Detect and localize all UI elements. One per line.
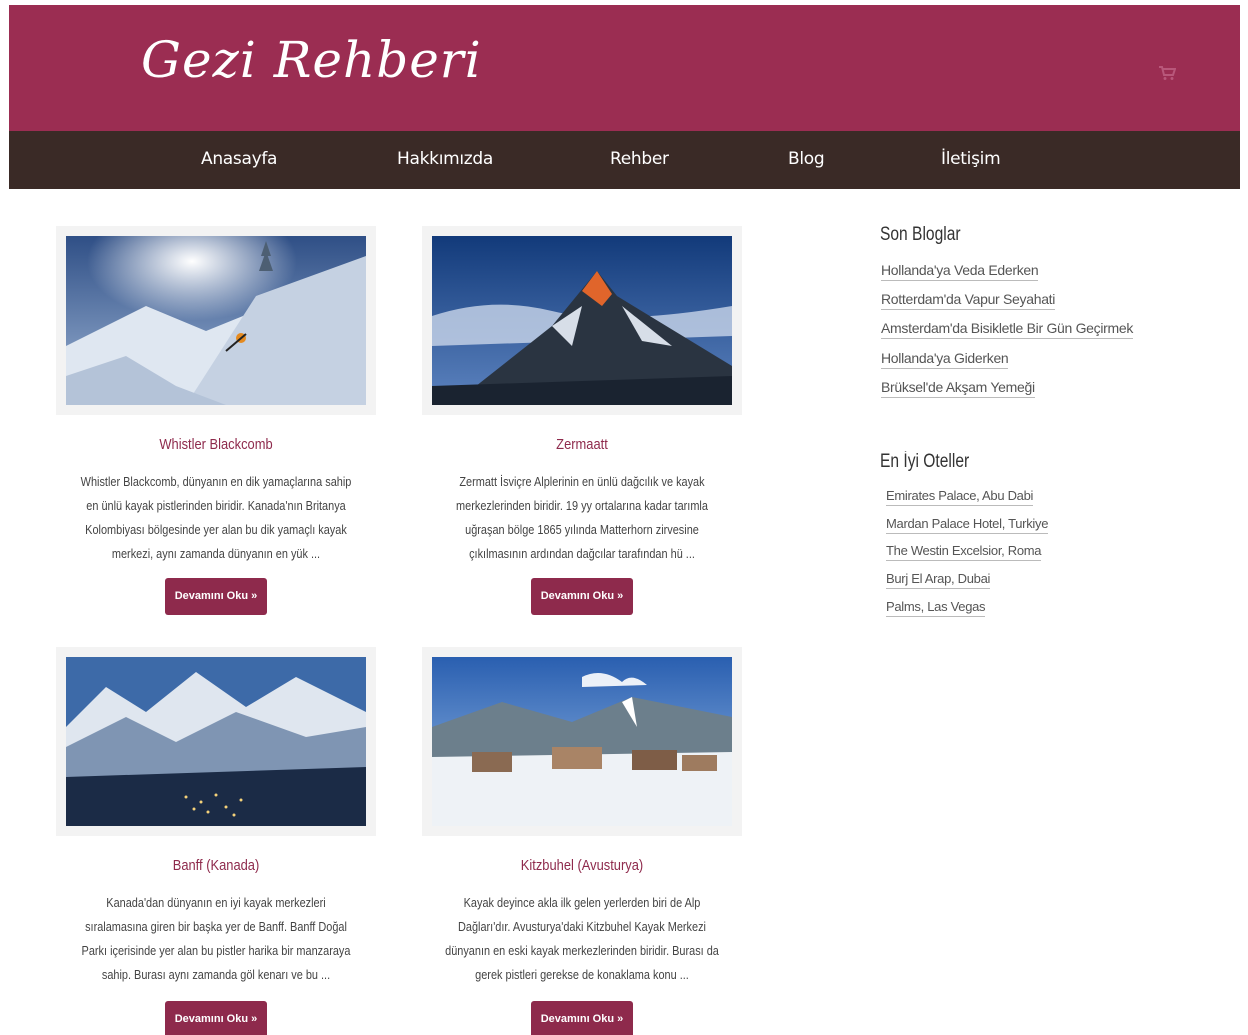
article-image-frame (422, 226, 742, 415)
article-title[interactable]: Zermaatt (444, 436, 719, 453)
site-header: Gezi Rehberi (9, 5, 1240, 131)
recent-blogs-heading: Son Bloglar (880, 224, 961, 245)
read-more-button[interactable]: Devamını Oku » (531, 578, 633, 615)
hotel-link[interactable]: Palms, Las Vegas (886, 599, 986, 617)
blog-link[interactable]: Brüksel'de Akşam Yemeği (881, 379, 1035, 398)
site-title[interactable]: Gezi Rehberi (141, 31, 482, 89)
read-more-button[interactable]: Devamını Oku » (165, 578, 267, 615)
matterhorn-image[interactable] (432, 236, 732, 405)
nav-item-blog[interactable]: Blog (788, 149, 825, 169)
article-title[interactable]: Whistler Blackcomb (78, 436, 353, 453)
article-excerpt: Zermatt İsviçre Alplerinin en ünlü dağcı… (456, 474, 708, 561)
best-hotels-heading: En İyi Oteller (880, 451, 970, 472)
hotel-link[interactable]: Burj El Arap, Dubai (886, 571, 990, 589)
ski-slope-image[interactable] (66, 236, 366, 405)
main-nav: Anasayfa Hakkımızda Rehber Blog İletişim (9, 131, 1240, 189)
article-excerpt: Kayak deyince akla ilk gelen yerlerden b… (445, 895, 719, 982)
hotel-link[interactable]: Mardan Palace Hotel, Turkiye (886, 516, 1048, 534)
best-hotels-widget: En İyi Oteller Emirates Palace, Abu Dabi… (880, 451, 1048, 617)
kitzbuhel-village-image[interactable] (432, 657, 732, 826)
blog-link[interactable]: Amsterdam'da Bisikletle Bir Gün Geçirmek (881, 320, 1133, 339)
hotel-link[interactable]: Emirates Palace, Abu Dabi (886, 488, 1033, 506)
blog-link[interactable]: Hollanda'ya Veda Ederken (881, 262, 1039, 281)
nav-item-about[interactable]: Hakkımızda (397, 149, 493, 169)
article-title[interactable]: Banff (Kanada) (78, 857, 353, 874)
article-image-frame (56, 647, 376, 836)
cart-icon[interactable] (1158, 65, 1176, 81)
article-image-frame (422, 647, 742, 836)
blog-link[interactable]: Hollanda'ya Giderken (881, 350, 1009, 369)
article-title[interactable]: Kitzbuhel (Avusturya) (444, 857, 719, 874)
article-image-frame (56, 226, 376, 415)
nav-item-guide[interactable]: Rehber (610, 149, 669, 169)
nav-item-contact[interactable]: İletişim (941, 149, 1001, 169)
article-excerpt: Whistler Blackcomb, dünyanın en dik yama… (80, 474, 352, 561)
nav-item-home[interactable]: Anasayfa (201, 149, 277, 169)
recent-blogs-widget: Son Bloglar Hollanda'ya Veda Ederken Rot… (880, 224, 1133, 398)
blog-link[interactable]: Rotterdam'da Vapur Seyahati (881, 291, 1055, 310)
read-more-button[interactable]: Devamını Oku » (531, 1001, 633, 1035)
banff-town-image[interactable] (66, 657, 366, 826)
article-excerpt: Kanada'dan dünyanın en iyi kayak merkezl… (81, 895, 351, 982)
read-more-button[interactable]: Devamını Oku » (165, 1001, 267, 1035)
hotel-link[interactable]: The Westin Excelsior, Roma (886, 543, 1042, 561)
